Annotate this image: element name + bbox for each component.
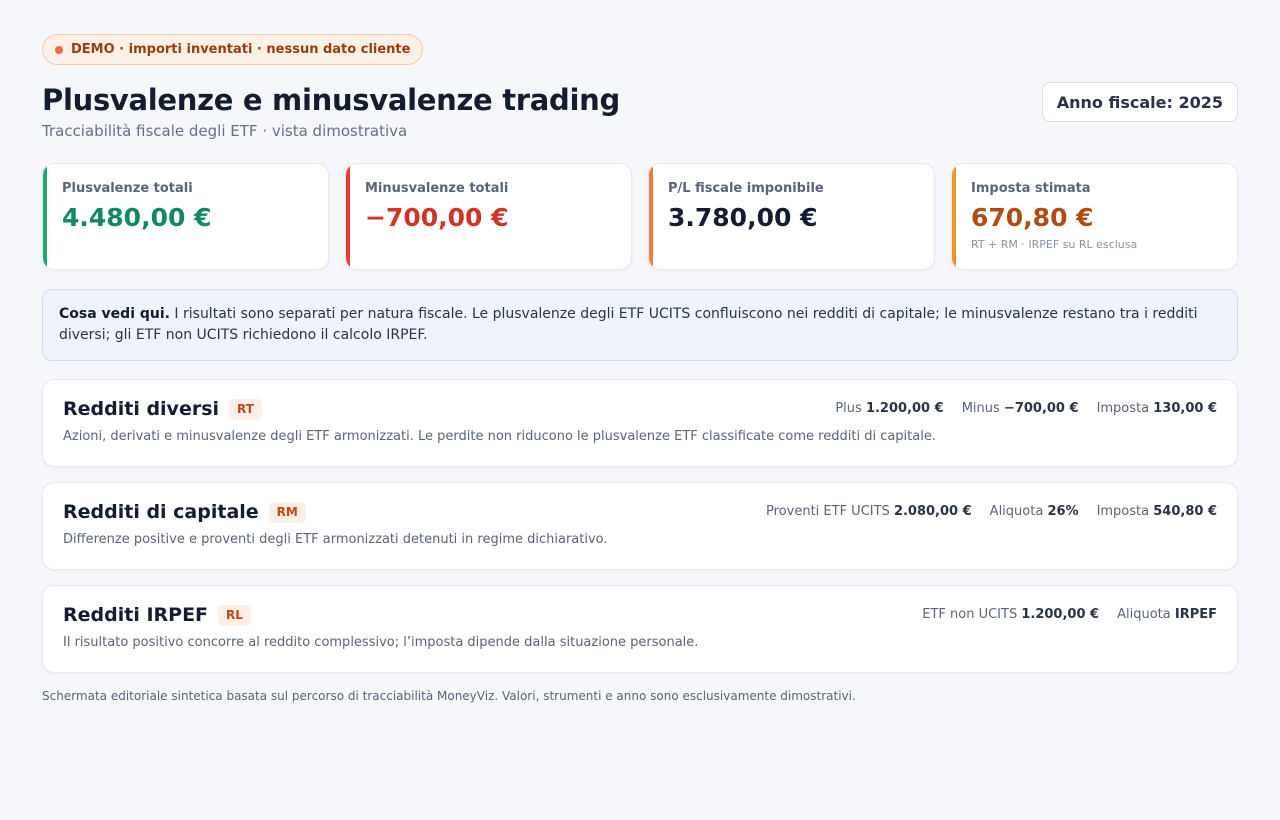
section-tag: RT	[229, 398, 262, 420]
kpi-value: 3.780,00 €	[668, 203, 818, 232]
section-title: Redditi diversi	[63, 398, 220, 420]
kpi-card-pl-imponibile: P/L fiscale imponibile 3.780,00 €	[648, 163, 935, 270]
section-description: Il risultato positivo concorre al reddit…	[63, 635, 699, 650]
section-description: Differenze positive e proventi degli ETF…	[63, 532, 608, 547]
section-tag: RM	[268, 501, 306, 523]
section-redditi-capitale: Redditi di capitale RM Proventi ETF UCIT…	[42, 482, 1238, 570]
stat: Proventi ETF UCITS 2.080,00 €	[766, 504, 972, 519]
section-redditi-irpef: Redditi IRPEF RL ETF non UCITS 1.200,00 …	[42, 585, 1238, 673]
demo-badge-text: DEMO · importi inventati · nessun dato c…	[71, 42, 411, 57]
page: DEMO · importi inventati · nessun dato c…	[42, 34, 1238, 703]
stat: Imposta 130,00 €	[1096, 401, 1217, 416]
kpi-card-minusvalenze: Minusvalenze totali −700,00 €	[345, 163, 632, 270]
demo-badge: DEMO · importi inventati · nessun dato c…	[42, 34, 424, 65]
section-tag: RL	[218, 604, 251, 626]
kpi-label: Plusvalenze totali	[62, 181, 193, 196]
info-box: Cosa vedi qui. I risultati sono separati…	[42, 289, 1238, 361]
kpi-accent-bar	[346, 164, 350, 269]
section-description: Azioni, derivati e minusvalenze degli ET…	[63, 429, 936, 444]
stat: Aliquota IRPEF	[1117, 607, 1217, 622]
stat: Plus 1.200,00 €	[835, 401, 944, 416]
stat: Imposta 540,80 €	[1096, 504, 1217, 519]
kpi-note: RT + RM · IRPEF su RL esclusa	[971, 238, 1138, 251]
kpi-value: −700,00 €	[365, 203, 509, 232]
kpi-value: 4.480,00 €	[62, 203, 212, 232]
section-stats: Plus 1.200,00 € Minus −700,00 € Imposta …	[835, 401, 1217, 416]
stat: Aliquota 26%	[989, 504, 1079, 519]
kpi-label: Imposta stimata	[971, 181, 1091, 196]
stat: ETF non UCITS 1.200,00 €	[922, 607, 1100, 622]
kpi-card-plusvalenze: Plusvalenze totali 4.480,00 €	[42, 163, 329, 270]
kpi-card-imposta-stimata: Imposta stimata 670,80 € RT + RM · IRPEF…	[951, 163, 1238, 270]
footer-note: Schermata editoriale sintetica basata su…	[42, 689, 856, 703]
page-subtitle: Tracciabilità fiscale degli ETF · vista …	[42, 122, 408, 140]
kpi-value: 670,80 €	[971, 203, 1094, 232]
page-header: Plusvalenze e minusvalenze trading Tracc…	[42, 82, 1238, 148]
info-lead: Cosa vedi qui.	[59, 306, 170, 322]
section-title: Redditi IRPEF	[63, 604, 209, 626]
kpi-accent-bar	[952, 164, 956, 269]
fiscal-year-selector[interactable]: Anno fiscale: 2025	[1041, 82, 1238, 122]
kpi-accent-bar	[649, 164, 653, 269]
section-redditi-diversi: Redditi diversi RT Plus 1.200,00 € Minus…	[42, 379, 1238, 467]
section-stats: ETF non UCITS 1.200,00 € Aliquota IRPEF	[922, 607, 1217, 622]
kpi-row: Plusvalenze totali 4.480,00 € Minusvalen…	[42, 163, 1238, 270]
stat: Minus −700,00 €	[961, 401, 1079, 416]
kpi-label: P/L fiscale imponibile	[668, 181, 824, 196]
status-dot-icon	[55, 45, 63, 54]
section-stats: Proventi ETF UCITS 2.080,00 € Aliquota 2…	[766, 504, 1217, 519]
kpi-label: Minusvalenze totali	[365, 181, 509, 196]
section-title: Redditi di capitale	[63, 501, 259, 523]
kpi-accent-bar	[43, 164, 47, 269]
info-text: I risultati sono separati per natura fis…	[59, 306, 1198, 343]
